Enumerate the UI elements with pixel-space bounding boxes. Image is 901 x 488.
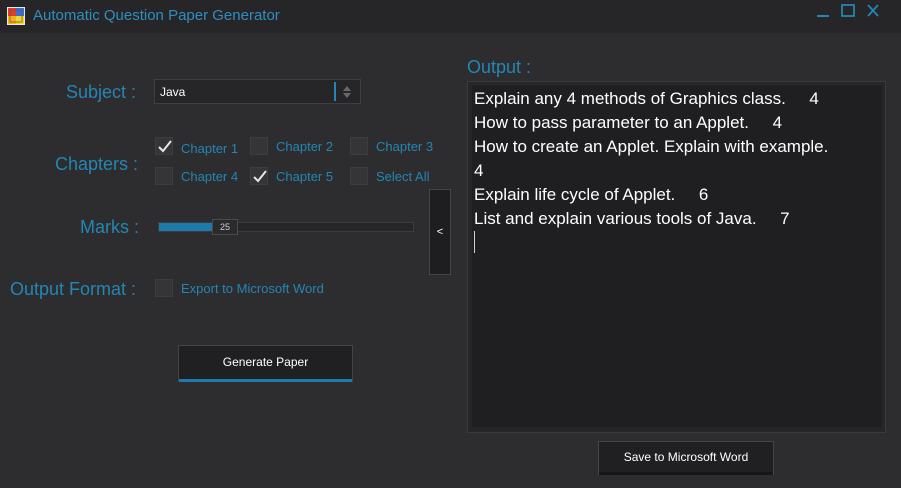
output-label: Output : (467, 57, 532, 77)
generate-paper-button[interactable]: Generate Paper (178, 345, 353, 382)
subject-select[interactable]: Java (154, 79, 361, 104)
subject-value: Java (160, 85, 186, 99)
export-word-label[interactable]: Export to Microsoft Word (181, 281, 324, 296)
check-icon (253, 170, 267, 183)
chapter-2-label[interactable]: Chapter 2 (276, 139, 333, 154)
collapse-button[interactable]: < (429, 189, 451, 275)
marks-label: Marks : (80, 217, 140, 237)
window-title: Automatic Question Paper Generator (33, 7, 280, 24)
close-button[interactable] (863, 2, 883, 20)
chapter-2-checkbox[interactable] (250, 137, 268, 155)
marks-slider-thumb[interactable]: 25 (212, 219, 238, 235)
chapter-1-label[interactable]: Chapter 1 (181, 141, 238, 156)
output-line: 4 (474, 161, 484, 180)
marks-slider-track[interactable] (158, 222, 414, 232)
output-line: List and explain various tools of Java. … (474, 209, 790, 228)
save-word-button[interactable]: Save to Microsoft Word (598, 441, 774, 475)
output-line: Explain any 4 methods of Graphics class.… (474, 89, 819, 108)
check-icon (158, 140, 172, 153)
export-word-checkbox[interactable] (155, 279, 173, 297)
button-shadow-bar (599, 472, 773, 475)
chapter-4-label[interactable]: Chapter 4 (181, 169, 238, 184)
select-separator (334, 82, 336, 101)
select-all-label[interactable]: Select All (376, 169, 429, 184)
save-word-label: Save to Microsoft Word (623, 450, 749, 464)
subject-label: Subject : (66, 82, 137, 102)
title-bar: Automatic Question Paper Generator (0, 0, 901, 33)
marks-slider-fill (159, 223, 215, 231)
chapter-3-label[interactable]: Chapter 3 (376, 139, 433, 154)
output-line: Explain life cycle of Applet. 6 (474, 185, 709, 204)
output-format-label: Output Format : (10, 279, 137, 299)
button-accent-bar (179, 379, 352, 382)
select-all-checkbox[interactable] (350, 167, 368, 185)
text-caret (474, 231, 475, 253)
maximize-button[interactable] (838, 2, 858, 20)
chapter-5-label[interactable]: Chapter 5 (276, 169, 333, 184)
up-down-arrows-icon (342, 84, 352, 105)
chapter-4-checkbox[interactable] (155, 167, 173, 185)
chapter-5-checkbox[interactable] (250, 167, 268, 185)
minimize-button[interactable] (813, 2, 833, 20)
chapter-1-checkbox[interactable] (155, 137, 173, 155)
output-line: How to create an Applet. Explain with ex… (474, 137, 829, 156)
output-line: How to pass parameter to an Applet. 4 (474, 113, 783, 132)
app-icon (7, 7, 25, 25)
chapters-label: Chapters : (55, 154, 139, 174)
chapter-3-checkbox[interactable] (350, 137, 368, 155)
generate-paper-label: Generate Paper (222, 355, 309, 369)
